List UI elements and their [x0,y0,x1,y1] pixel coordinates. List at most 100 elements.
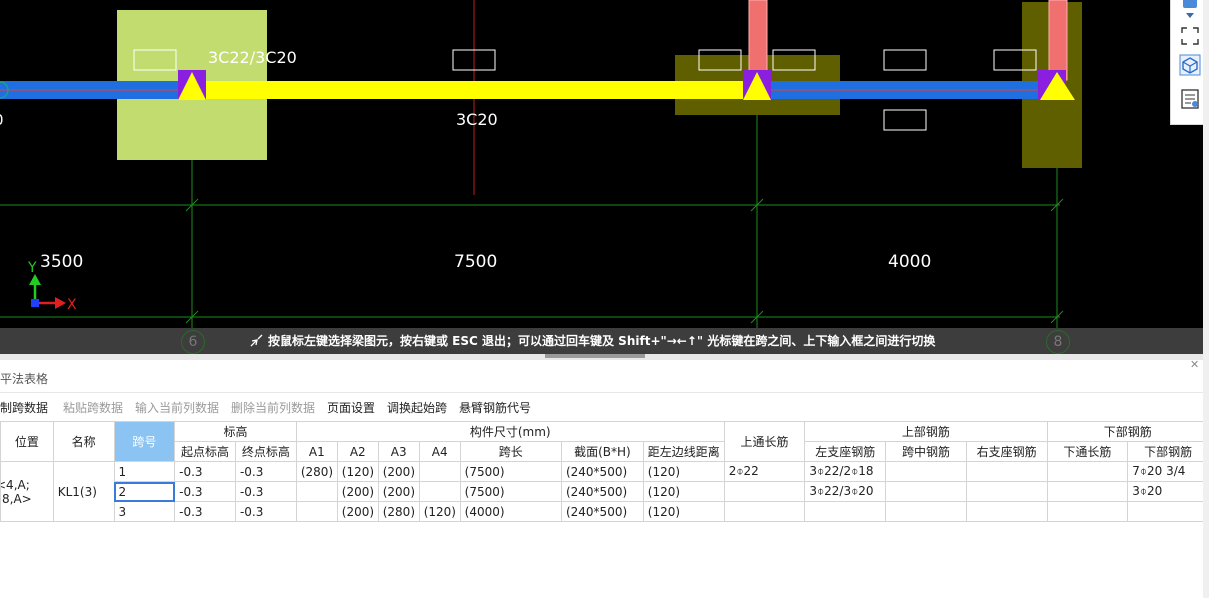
cell-a1[interactable] [295,481,338,502]
axis-number-8: 8 [1046,330,1070,354]
cell-right-sup[interactable] [965,501,1048,522]
rebar-input-box [883,109,927,131]
header-elevation: 标高 [174,421,297,442]
header-a4: A4 [418,441,461,462]
vertical-scrollbar[interactable] [1203,0,1209,598]
cell-len[interactable]: (4000) [459,501,562,522]
cell-a3[interactable]: (200) [377,461,420,482]
dimension-label-left: 3500 [40,252,83,272]
cell-start[interactable]: -0.3 [174,481,236,502]
axis-x-label: X [67,297,77,313]
axis-number-6: 6 [181,330,205,354]
cell-mid[interactable] [885,481,967,502]
header-span-no[interactable]: 跨号 [113,421,176,462]
wall-pink [1048,0,1068,81]
paste-span-data-button[interactable]: 粘贴跨数据 [63,399,123,416]
cell-position[interactable]: <4,A; 8,A> [0,461,54,522]
input-column-data-button[interactable]: 输入当前列数据 [135,399,219,416]
cell-mid[interactable] [885,461,967,482]
cell-bot[interactable]: 3⌽20 [1127,481,1209,502]
page-setup-button[interactable]: 页面设置 [327,399,375,416]
cell-right-sup[interactable] [965,481,1048,502]
cell-bot-cont[interactable] [1046,481,1129,502]
rebar-label-beam-mid: 3C20 [456,110,498,129]
cell-bot-cont[interactable] [1046,461,1129,482]
cell-end[interactable]: -0.3 [234,481,297,502]
cell-a2[interactable]: (120) [336,461,379,482]
cell-bot[interactable]: 7⌽20 3/4 [1127,461,1209,482]
header-right-support: 右支座钢筋 [965,441,1048,462]
cell-a1[interactable]: (280) [295,461,338,482]
cell-left-sup[interactable] [804,501,887,522]
dropdown-arrow-icon[interactable] [1179,8,1201,22]
cell-sec[interactable]: (240*500) [560,481,644,502]
cell-start[interactable]: -0.3 [174,501,236,522]
cad-drawing-canvas[interactable]: 3C22/3C20 3C20 3500 7500 4000 0 Y X [0,0,1203,328]
table-row[interactable]: 2 -0.3 -0.3 (200) (200) (7500) (240*500) (120) 3… [1,481,1209,502]
header-a2: A2 [336,441,379,462]
header-top-continuous: 上通长筋 [723,421,806,462]
header-section: 截面(B*H) [560,441,644,462]
cell-a2[interactable]: (200) [336,501,379,522]
cell-top-cont[interactable] [723,501,806,522]
beam-span-table: 位置 名称 跨号 标高 构件尺寸(mm) 上通长筋 上部钢筋 下部钢筋 起点标高… [0,421,1209,522]
cell-right-sup[interactable] [965,461,1048,482]
cell-len[interactable]: (7500) [459,461,562,482]
cell-span[interactable]: 3 [113,501,176,522]
panel-title: 梁平法表格 [0,372,49,386]
cantilever-code-button[interactable]: 悬臂钢筋代号 [459,399,531,416]
cell-mid[interactable] [885,501,967,522]
copy-span-data-button[interactable]: 复制跨数据 [0,399,48,416]
header-top-rebar: 上部钢筋 [804,421,1048,442]
cell-top-cont[interactable]: 2⌽22 [723,461,806,482]
cell-dist[interactable]: (120) [642,481,725,502]
header-edge-dist: 距左边线距离 [642,441,725,462]
table-row[interactable]: 3 -0.3 -0.3 (200) (280) (120) (4000) (240*500)(… [1,501,1209,522]
swap-start-span-button[interactable]: 调换起始跨 [387,399,447,416]
cell-len[interactable]: (7500) [459,481,562,502]
cell-dist[interactable]: (120) [642,461,725,482]
cell-bot-cont[interactable] [1046,501,1129,522]
cell-a3[interactable]: (200) [377,481,420,502]
cell-a2[interactable]: (200) [336,481,379,502]
fullscreen-icon[interactable] [1179,25,1201,47]
cell-span[interactable]: 2 [113,481,176,502]
3d-view-icon[interactable] [1179,54,1201,76]
cell-left-sup[interactable]: 3⌽22/2⌽18 [804,461,887,482]
cell-a4[interactable]: (120) [418,501,461,522]
rebar-label-top-left: 3C22/3C20 [208,48,297,67]
cell-name[interactable]: KL1(3) [52,461,115,522]
cell-a4[interactable] [418,481,461,502]
cell-a1[interactable] [295,501,338,522]
cell-left-sup[interactable]: 3⌽22/3⌽20 [804,481,887,502]
cell-dist[interactable]: (120) [642,501,725,522]
cell-span[interactable]: 1 [113,461,176,482]
panel-close-icon[interactable]: ✕ [1190,358,1199,371]
cell-start[interactable]: -0.3 [174,461,236,482]
header-bottom-rebar-col: 下部钢筋 [1127,441,1209,462]
header-mid-span: 跨中钢筋 [885,441,967,462]
cell-top-cont[interactable] [723,481,806,502]
rebar-input-box [883,49,927,71]
header-span-length: 跨长 [459,441,562,462]
cell-bot[interactable] [1127,501,1209,522]
cell-sec[interactable]: (240*500) [560,501,644,522]
beam-selected-span [192,81,757,99]
cell-end[interactable]: -0.3 [234,501,297,522]
header-name: 名称 [52,421,115,462]
cell-sec[interactable]: (240*500) [560,461,644,482]
delete-column-data-button[interactable]: 删除当前列数据 [231,399,315,416]
cell-a3[interactable]: (280) [377,501,420,522]
header-bottom-rebar: 下部钢筋 [1046,421,1209,442]
splitter-grip[interactable] [545,354,645,358]
edge-text: 0 [0,111,4,129]
dimension-label-right: 4000 [888,252,931,272]
cell-end[interactable]: -0.3 [234,461,297,482]
properties-icon[interactable] [1179,88,1201,110]
status-message: 按鼠标左键选择梁图元，按右键或 ESC 退出；可以通过回车键及 Shift+"→… [268,334,936,348]
header-end-elev: 终点标高 [234,441,297,462]
cursor-arrow-icon [250,334,263,347]
dimension-label-mid: 7500 [454,252,497,272]
table-row[interactable]: <4,A; 8,A>KL1(3)1-0.3-0.3(280)(120)(200)… [0,461,1209,522]
cell-a4[interactable] [418,461,461,482]
